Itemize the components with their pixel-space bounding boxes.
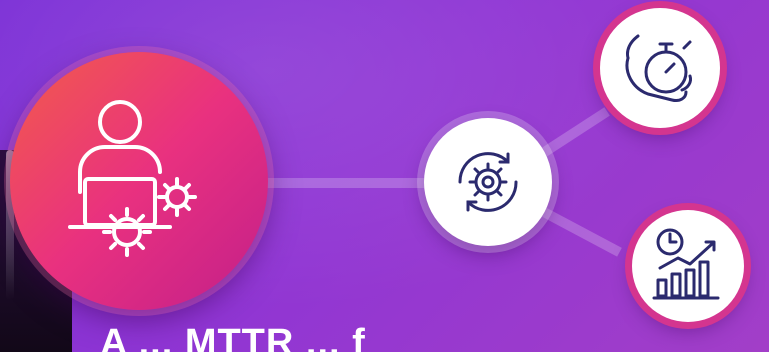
stopwatch-in-hand-icon xyxy=(625,34,692,102)
connector-hub-to-center xyxy=(265,178,435,188)
connector-center-to-top xyxy=(537,107,610,160)
center-node xyxy=(424,118,552,246)
caption-text: A ... MTTR ... f xyxy=(100,322,366,352)
gear-cycle-icon xyxy=(458,152,518,212)
top-right-node xyxy=(600,8,720,128)
illustration-stage: A ... MTTR ... f xyxy=(0,0,769,352)
hub-circle xyxy=(10,52,268,310)
connector-center-to-bottom xyxy=(537,205,622,257)
user-with-laptop-and-gears-icon xyxy=(68,100,197,257)
bottom-right-node xyxy=(632,210,744,322)
clock-growth-chart-icon xyxy=(652,228,720,300)
